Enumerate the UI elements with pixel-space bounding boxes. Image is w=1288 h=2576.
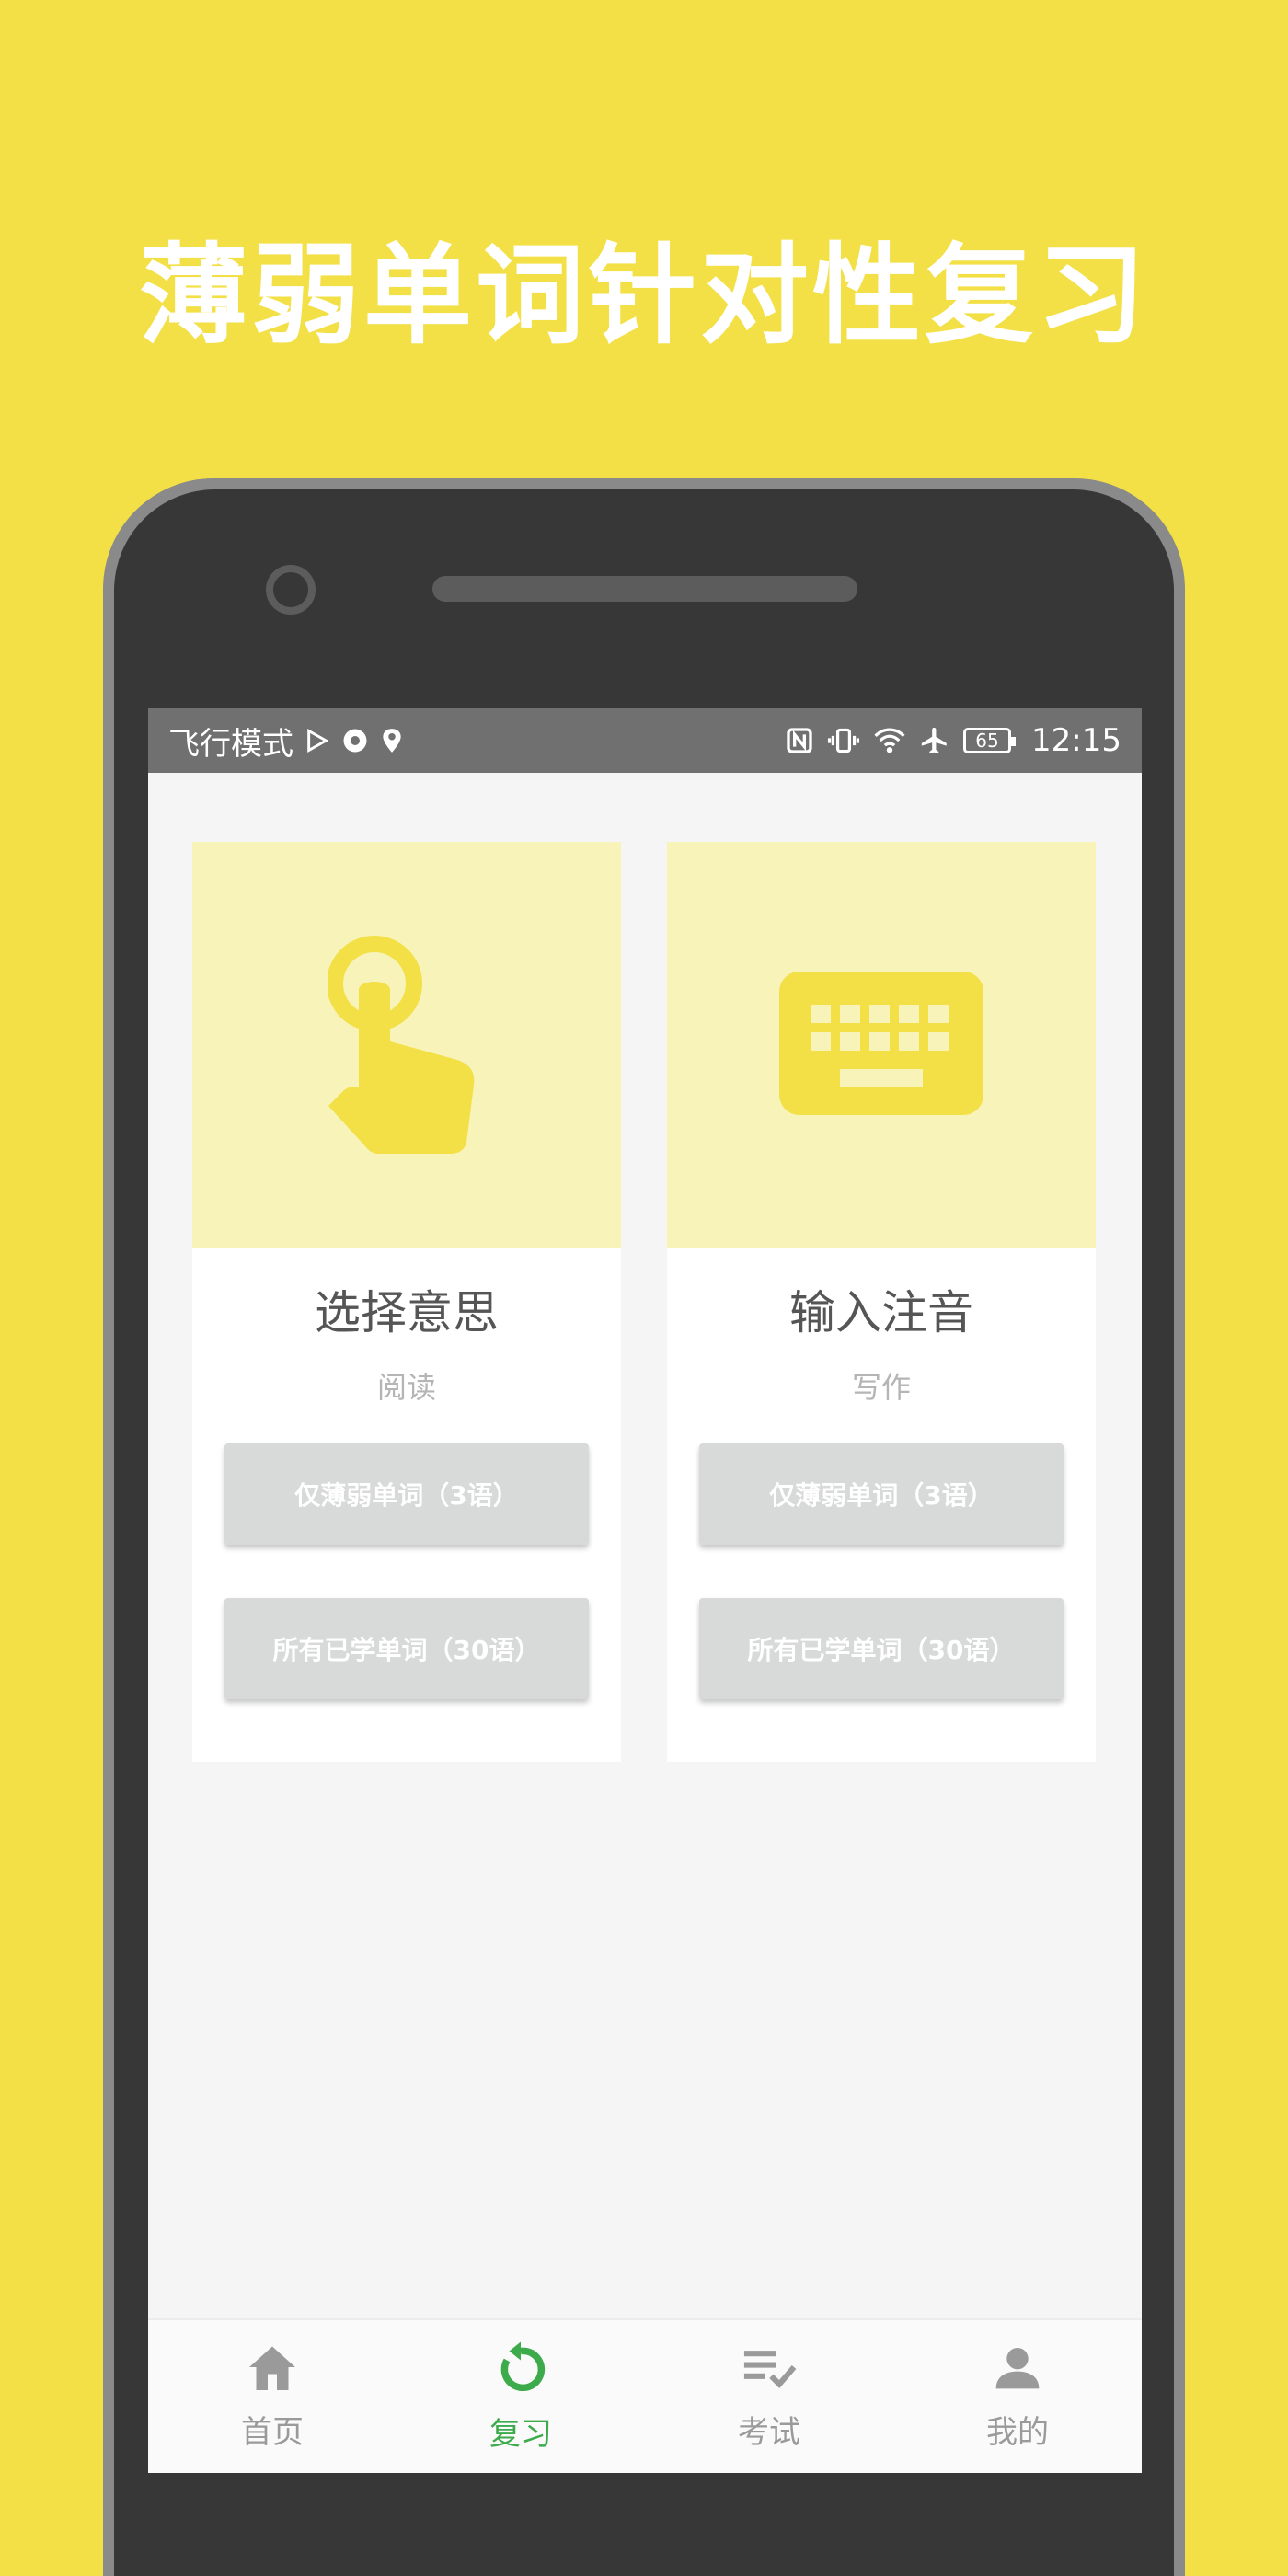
- weak-words-button[interactable]: 仅薄弱单词（3语）: [699, 1443, 1064, 1545]
- status-bar: 飞行模式 65 12:15: [148, 708, 1142, 773]
- nav-label: 我的: [986, 2414, 1049, 2451]
- weak-words-button[interactable]: 仅薄弱单词（3语）: [224, 1443, 589, 1545]
- play-store-icon: [305, 728, 330, 753]
- airplane-icon: [919, 725, 950, 756]
- card-choose-meaning: 选择意思 阅读 仅薄弱单词（3语） 所有已学单词（30语）: [192, 842, 621, 1762]
- home-icon: [245, 2341, 300, 2401]
- phone-chin: [148, 2473, 1142, 2576]
- card-input-pronunciation: 输入注音 写作 仅薄弱单词（3语） 所有已学单词（30语）: [667, 842, 1096, 1762]
- nav-item-home[interactable]: 首页: [148, 2320, 397, 2473]
- touch-app-icon: [327, 933, 485, 1157]
- card-hero: [192, 842, 621, 1248]
- nav-item-review[interactable]: 复习: [397, 2320, 645, 2473]
- nav-label: 复习: [489, 2416, 552, 2453]
- card-hero: [667, 842, 1096, 1248]
- chrome-icon: [341, 727, 369, 754]
- location-icon: [380, 727, 404, 754]
- app-screen: 飞行模式 65 12:15 选择意思 阅读 仅薄弱单词（3语） 所有已学单词（3…: [148, 708, 1142, 2473]
- promo-headline: 薄弱单词针对性复习: [138, 232, 1149, 359]
- card-title: 输入注音: [789, 1286, 973, 1340]
- nfc-icon: [785, 726, 814, 755]
- nav-item-exam[interactable]: 考试: [645, 2320, 893, 2473]
- nav-item-mine[interactable]: 我的: [893, 2320, 1142, 2473]
- speaker-grille: [432, 576, 857, 602]
- bottom-navigation: 首页 复习 考试 我的: [148, 2318, 1142, 2473]
- keyboard-icon: [779, 972, 983, 1119]
- airplane-mode-label: 飞行模式: [168, 725, 293, 763]
- review-icon: [493, 2340, 548, 2403]
- all-learned-words-button[interactable]: 所有已学单词（30语）: [224, 1598, 589, 1699]
- card-subtitle: 阅读: [376, 1370, 436, 1405]
- card-title: 选择意思: [315, 1286, 499, 1340]
- all-learned-words-button[interactable]: 所有已学单词（30语）: [699, 1598, 1064, 1699]
- person-icon: [992, 2341, 1043, 2401]
- status-time: 12:15: [1031, 722, 1121, 759]
- card-subtitle: 写作: [851, 1370, 911, 1405]
- battery-icon: 65: [963, 728, 1017, 753]
- nav-label: 首页: [241, 2414, 304, 2451]
- wifi-icon: [873, 727, 906, 754]
- nav-label: 考试: [738, 2414, 800, 2451]
- camera-icon: [266, 565, 316, 615]
- vibrate-icon: [827, 726, 860, 755]
- exam-icon: [740, 2341, 799, 2401]
